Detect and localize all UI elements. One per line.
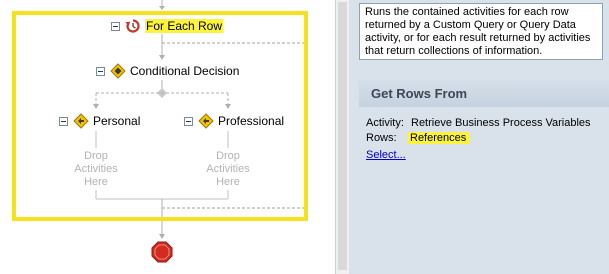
section-header: Get Rows From [359,80,609,107]
workflow-canvas[interactable]: For Each Row Conditional Decision Person… [0,0,335,274]
rows-row: Rows: References [366,132,470,144]
for-each-row-label: For Each Row [145,19,224,33]
activity-label: Activity: [366,117,404,129]
branch-personal-node[interactable]: Personal [59,112,140,130]
branch-personal-label: Personal [93,114,141,128]
stop-sign-icon[interactable] [151,241,173,263]
branch-condition-icon [198,113,214,129]
for-each-row-node[interactable]: For Each Row [111,17,224,35]
activity-value: Retrieve Business Process Variables [411,117,591,129]
loop-arrow-icon [125,18,141,34]
decision-diamond-icon [110,63,126,79]
branch-condition-icon [73,113,89,129]
drop-activities-zone-professional[interactable]: Drop Activities Here [198,150,258,189]
conditional-decision-label: Conditional Decision [130,64,240,78]
collapse-toggle[interactable] [96,66,105,76]
activity-description: Runs the contained activities for each r… [359,3,603,60]
section-title: Get Rows From [371,86,468,101]
collapse-toggle[interactable] [184,116,193,126]
drop-activities-zone-personal[interactable]: Drop Activities Here [66,150,126,189]
canvas-vertical-scrollbar[interactable] [335,0,349,274]
scrollbar-thumb[interactable] [338,2,347,270]
branch-professional-label: Professional [218,114,285,128]
collapse-toggle[interactable] [111,21,120,31]
rows-label: Rows: [366,132,397,144]
properties-panel: Runs the contained activities for each r… [349,0,609,274]
conditional-decision-node[interactable]: Conditional Decision [96,62,239,80]
branch-professional-node[interactable]: Professional [184,112,284,130]
select-link[interactable]: Select... [366,149,406,161]
rows-value: References [407,132,470,144]
collapse-toggle[interactable] [59,116,68,126]
activity-row: Activity: Retrieve Business Process Varia… [366,117,591,129]
